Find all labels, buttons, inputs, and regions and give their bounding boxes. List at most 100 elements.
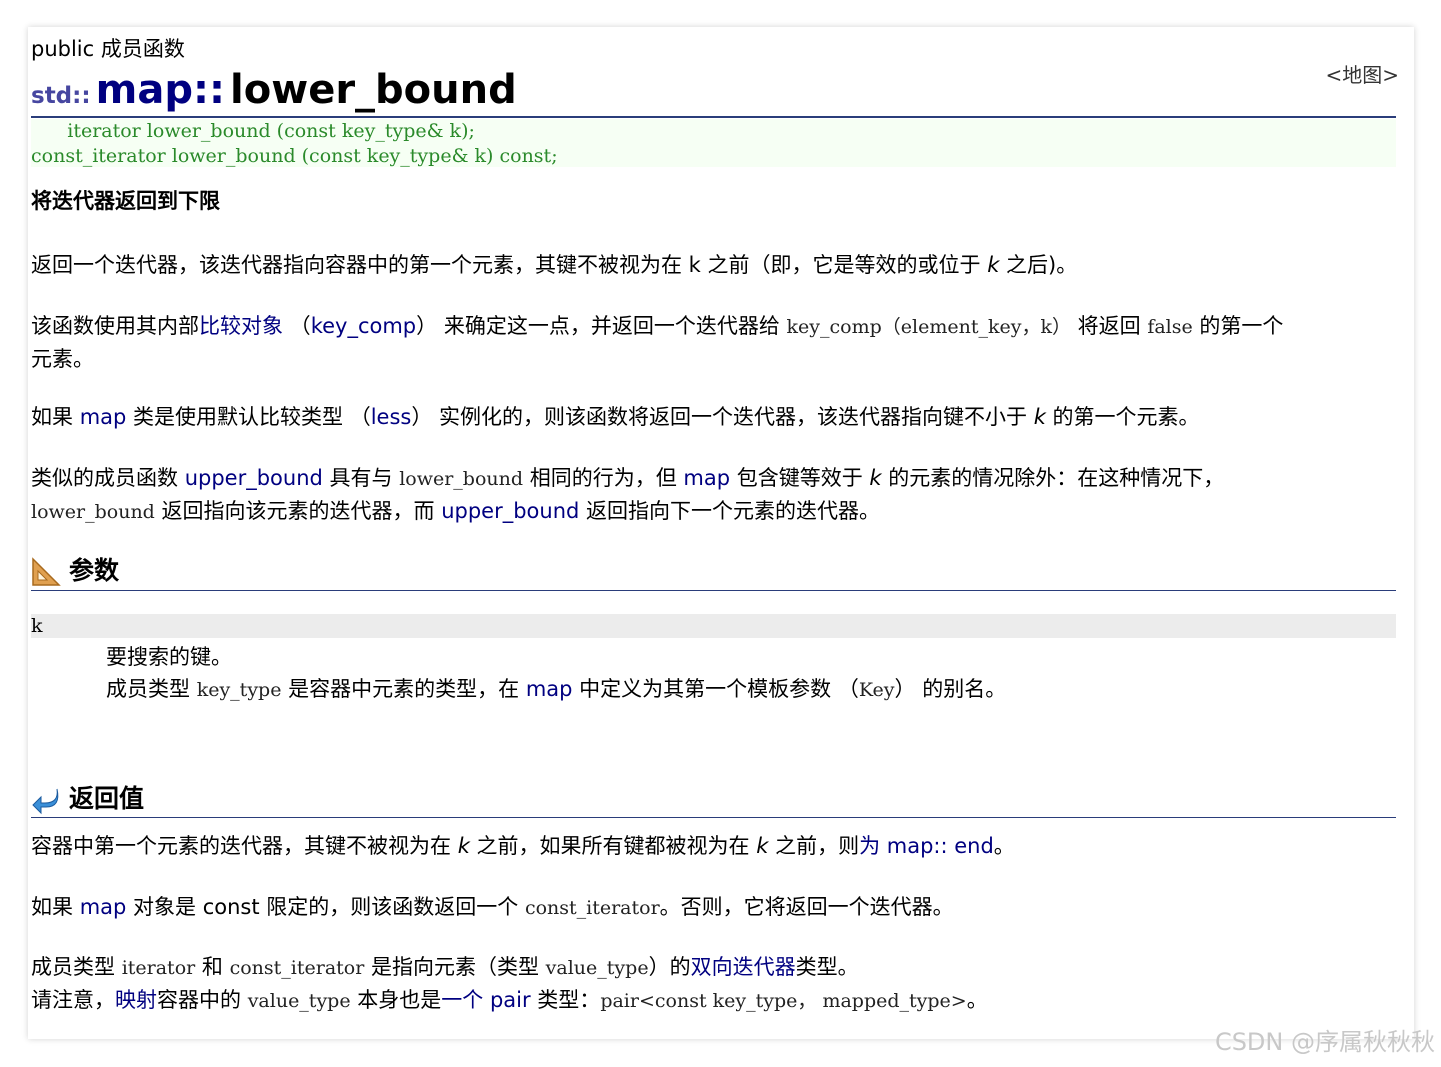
text: ） 实例化的，则该函数将返回一个迭代器，该迭代器指向键不小于 — [411, 405, 1034, 429]
text: 返回指向下一个元素的迭代器。 — [579, 499, 881, 523]
inline-code: false — [1147, 316, 1193, 338]
text: 如果 — [31, 895, 80, 919]
text: 类型： — [530, 988, 601, 1012]
text: 的第一个元素。 — [1045, 405, 1200, 429]
param-description-2: 成员类型 key_type 是容器中元素的类型，在 map 中定义为其第一个模板… — [106, 673, 1006, 706]
text: 的元素的情况除外：在这种情况下， — [881, 466, 1225, 490]
return-paragraph-1: 容器中第一个元素的迭代器，其键不被视为在 k 之前，如果所有键都被视为在 k 之… — [31, 830, 1396, 862]
text: 成员类型 — [106, 677, 197, 701]
text: 元素。 — [31, 347, 94, 371]
map-link[interactable]: map — [80, 895, 127, 919]
text: 之前，则 — [768, 834, 860, 858]
text: 对象是 const 限定的，则该函数返回一个 — [126, 895, 525, 919]
inline-code: iterator — [121, 957, 196, 979]
map-link[interactable]: map — [526, 677, 573, 701]
pair-link[interactable]: 一个 pair — [441, 988, 530, 1012]
param-k: k — [756, 834, 769, 858]
section-title: 返回值 — [69, 784, 145, 813]
inline-code: value_type — [247, 990, 351, 1012]
param-term: k — [31, 614, 1396, 638]
watermark: CSDN @序属秋秋秋 — [1214, 1028, 1435, 1056]
inline-code: const_iterator — [229, 957, 365, 979]
param-name: k — [31, 615, 43, 637]
set-square-icon — [32, 557, 61, 586]
text: 如果 — [31, 405, 80, 429]
text: 。 — [993, 834, 1015, 858]
inline-code: lower_bound — [31, 501, 155, 523]
comparison-object-link[interactable]: 比较对象 — [199, 314, 283, 338]
text: 类似的成员函数 — [31, 466, 185, 490]
section-divider — [31, 817, 1396, 818]
text: 该函数使用其内部 — [31, 314, 199, 338]
text: 包含键等效于 — [730, 466, 870, 490]
param-k: k — [869, 466, 882, 490]
map-container-link[interactable]: 映射 — [115, 988, 157, 1012]
map-link[interactable]: map — [80, 405, 127, 429]
section-title: 参数 — [69, 556, 120, 585]
map-link[interactable]: map — [683, 466, 730, 490]
desc-paragraph-2: 该函数使用其内部比较对象 （key_comp） 来确定这一点，并返回一个迭代器给… — [31, 310, 1396, 375]
title-function: lower_bound — [230, 67, 517, 113]
text: 请注意， — [31, 988, 115, 1012]
text: ） 的别名。 — [894, 677, 1007, 701]
inline-code: Key — [858, 679, 895, 701]
text: ） 来确定这一点，并返回一个迭代器给 — [416, 314, 787, 338]
desc-paragraph-1: 返回一个迭代器，该迭代器指向容器中的第一个元素，其键不被视为在 k 之前（即，它… — [31, 249, 1396, 281]
member-kind-label: public 成员函数 — [31, 37, 185, 61]
text: 。否则，它将返回一个迭代器。 — [659, 895, 954, 919]
text: 将返回 — [1070, 314, 1148, 338]
text: 相同的行为，但 — [523, 466, 684, 490]
pair-code-link[interactable]: pair — [600, 990, 639, 1012]
map-end-link[interactable]: 为 map:: end — [859, 834, 994, 858]
text: 具有与 — [322, 466, 400, 490]
inline-code: value_type — [545, 957, 649, 979]
title-scope-separator: :: — [192, 67, 225, 113]
reference-card: public 成员函数 <地图> std:: map:: lower_bound… — [28, 27, 1414, 1039]
inline-code: <const key_type， mapped_type> — [638, 990, 967, 1012]
desc-paragraph-4: 类似的成员函数 upper_bound 具有与 lower_bound 相同的行… — [31, 462, 1396, 528]
page-title: std:: map:: lower_bound — [31, 67, 517, 113]
section-divider — [31, 590, 1396, 591]
title-namespace: std:: — [31, 83, 91, 109]
upper-bound-link[interactable]: upper_bound — [441, 499, 579, 523]
key-comp-link[interactable]: key_comp — [311, 314, 416, 338]
text: 成员类型 — [31, 955, 122, 979]
param-k: k — [457, 834, 470, 858]
text: 容器中的 — [157, 988, 248, 1012]
param-description-1: 要搜索的键。 — [106, 645, 232, 669]
title-class[interactable]: map — [96, 67, 193, 113]
inline-code: key_type — [196, 679, 282, 701]
upper-bound-link[interactable]: upper_bound — [185, 466, 323, 490]
return-paragraph-2: 如果 map 对象是 const 限定的，则该函数返回一个 const_iter… — [31, 891, 1396, 924]
parameters-heading: 参数 — [31, 551, 119, 587]
text: 返回指向该元素的迭代器，而 — [154, 499, 442, 523]
text: 本身也是 — [350, 988, 442, 1012]
prototype-line: iterator lower_bound (const key_type& k)… — [31, 120, 475, 142]
text: 的第一个 — [1192, 314, 1284, 338]
return-arrow-icon — [32, 788, 59, 815]
less-link[interactable]: less — [371, 405, 412, 429]
text: 容器中第一个元素的迭代器，其键不被视为在 — [31, 834, 458, 858]
text: 和 — [195, 955, 230, 979]
map-nav-link[interactable]: <地图> — [1325, 59, 1399, 88]
text: 类型。 — [795, 955, 859, 979]
desc-paragraph-3: 如果 map 类是使用默认比较类型 （less） 实例化的，则该函数将返回一个迭… — [31, 401, 1396, 433]
param-k: k — [1033, 405, 1046, 429]
prototype-block: iterator lower_bound (const key_type& k)… — [31, 119, 1396, 167]
inline-code: const_iterator — [524, 897, 660, 919]
param-k: k — [987, 253, 1000, 277]
text: 中定义为其第一个模板参数 （ — [572, 677, 859, 701]
text: ）的 — [648, 955, 691, 979]
title-divider — [31, 116, 1396, 118]
text: 之前，如果所有键都被视为在 — [469, 834, 757, 858]
text: 是容器中元素的类型，在 — [281, 677, 526, 701]
text: 返回一个迭代器，该迭代器指向容器中的第一个元素，其键不被视为在 k 之前（即，它… — [31, 253, 988, 277]
return-value-heading: 返回值 — [31, 779, 144, 815]
text: 是指向元素（类型 — [364, 955, 546, 979]
inline-code: lower_bound — [399, 468, 524, 490]
function-summary: 将迭代器返回到下限 — [31, 189, 220, 213]
bidirectional-iterator-link[interactable]: 双向迭代器 — [691, 955, 796, 979]
inline-code: key_comp（element_key，k） — [786, 316, 1071, 338]
text: 。 — [966, 988, 988, 1012]
return-paragraph-3: 成员类型 iterator 和 const_iterator 是指向元素（类型 … — [31, 951, 1396, 1017]
